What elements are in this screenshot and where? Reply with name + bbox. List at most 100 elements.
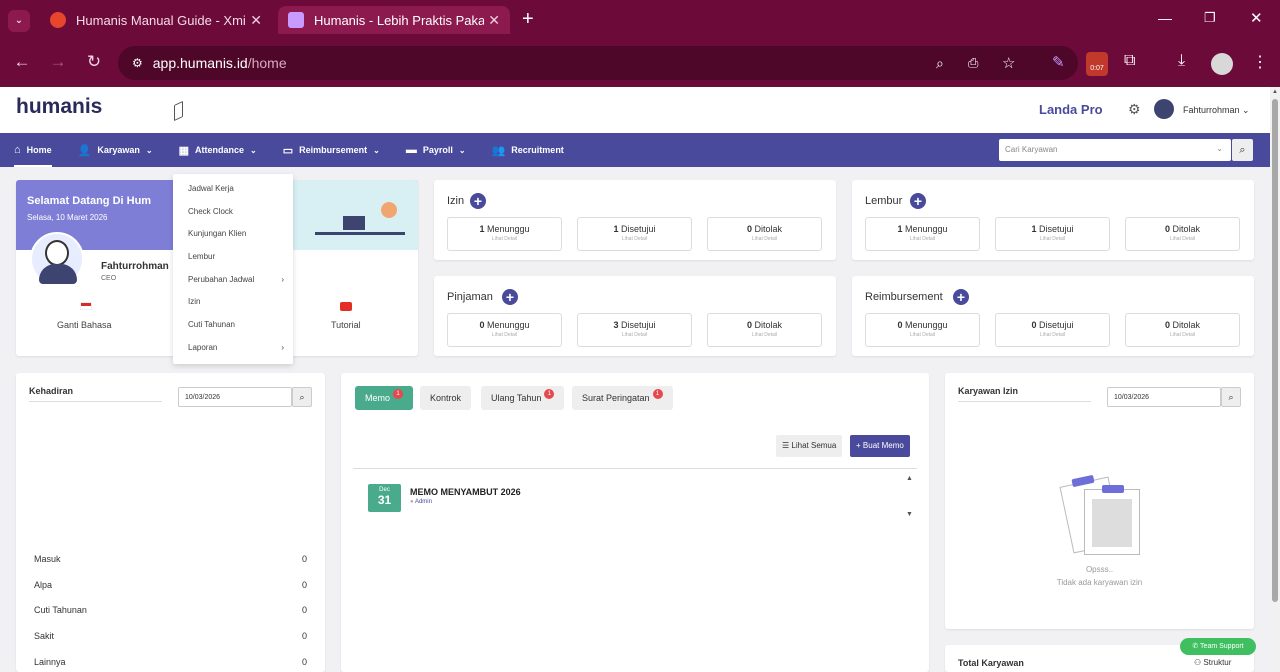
feather-extension-icon[interactable]: ✎: [1052, 53, 1065, 71]
page-scrollbar[interactable]: ▲: [1270, 87, 1280, 672]
home-icon: ⌂: [14, 144, 21, 156]
minimize-icon[interactable]: —: [1158, 10, 1172, 26]
humanis-logo[interactable]: humanis: [16, 95, 102, 119]
stat-number: 1: [897, 224, 903, 234]
stat-number: 1: [1031, 224, 1037, 234]
company-name[interactable]: Landa Pro: [1039, 102, 1103, 117]
struktur-link[interactable]: ⚇ Struktur: [1194, 658, 1231, 667]
tutorial-link[interactable]: Tutorial: [331, 320, 361, 330]
karyawan-izin-date-input[interactable]: 10/03/2026: [1107, 387, 1221, 407]
dropdown-item-kunjungan-klien[interactable]: Kunjungan Klien: [188, 229, 246, 238]
add-izin-button[interactable]: +: [470, 193, 486, 209]
profile-avatar[interactable]: [1211, 53, 1233, 75]
kehadiran-search-button[interactable]: ⌕: [292, 387, 312, 407]
scrollbar-thumb[interactable]: [1272, 99, 1278, 602]
struktur-label: Struktur: [1203, 658, 1232, 667]
tab-surat-peringatan[interactable]: Surat Peringatan 1: [572, 386, 673, 410]
scroll-up-arrow-icon[interactable]: ▲: [1272, 89, 1278, 95]
karyawan-izin-search-button[interactable]: ⌕: [1221, 387, 1241, 407]
reload-icon[interactable]: ↻: [83, 52, 105, 72]
dropdown-item-lembur[interactable]: Lembur: [188, 252, 215, 261]
dropdown-item-jadwal-kerja[interactable]: Jadwal Kerja: [188, 184, 234, 193]
menu-recruitment[interactable]: 👥 Recruitment: [492, 133, 564, 167]
tab-search-button[interactable]: ⌄: [8, 10, 30, 32]
browser-tab-active[interactable]: Humanis - Lebih Praktis Pakai H ✕: [278, 6, 510, 34]
kehadiran-value: 0: [302, 657, 308, 667]
tab-title: Humanis - Lebih Praktis Pakai H: [314, 12, 484, 28]
menu-karyawan[interactable]: 👤 Karyawan ⌄: [78, 133, 153, 167]
see-all-button[interactable]: ☰ Lihat Semua: [776, 435, 843, 457]
search-icon: ⌕: [1228, 392, 1234, 402]
youtube-icon[interactable]: [340, 302, 352, 311]
close-tab-icon[interactable]: ✕: [250, 12, 262, 29]
add-lembur-button[interactable]: +: [910, 193, 926, 209]
reimbursement-ditolak-stat[interactable]: 0 Ditolak Lihat Detail: [1125, 313, 1240, 347]
tab-memo[interactable]: Memo 1: [355, 386, 414, 410]
create-memo-button[interactable]: + Buat Memo: [850, 435, 910, 457]
menu-label: Reimbursement: [299, 145, 368, 155]
memo-card: [341, 373, 929, 672]
bookmark-star-icon[interactable]: ☆: [1002, 54, 1015, 72]
dropdown-item-check-clock[interactable]: Check Clock: [188, 207, 233, 216]
dropdown-item-perubahan-jadwal[interactable]: Perubahan Jadwal: [188, 275, 254, 284]
pinjaman-menunggu-stat[interactable]: 0 Menunggu Lihat Detail: [447, 313, 562, 347]
stat-number: 3: [613, 320, 619, 330]
dropdown-item-izin[interactable]: Izin: [188, 297, 200, 306]
extensions-icon[interactable]: ⧉: [1124, 52, 1135, 70]
reimbursement-menunggu-stat[interactable]: 0 Menunggu Lihat Detail: [865, 313, 980, 347]
pinjaman-disetujui-stat[interactable]: 3 Disetujui Lihat Detail: [577, 313, 692, 347]
profile-name: Fahturrohman: [101, 261, 169, 272]
izin-menunggu-stat[interactable]: 1 Menunggu Lihat Detail: [447, 217, 562, 251]
menu-reimbursement[interactable]: ▭ Reimbursement ⌄: [283, 133, 380, 167]
add-pinjaman-button[interactable]: +: [502, 289, 518, 305]
dropdown-item-laporan[interactable]: Laporan: [188, 343, 217, 352]
menu-home[interactable]: ⌂ Home: [14, 133, 52, 167]
cursor-icon: [174, 100, 183, 122]
search-button[interactable]: ⌕: [1232, 139, 1253, 161]
dropdown-item-cuti-tahunan[interactable]: Cuti Tahunan: [188, 320, 235, 329]
lembur-ditolak-stat[interactable]: 0 Ditolak Lihat Detail: [1125, 217, 1240, 251]
install-icon[interactable]: ⎙: [968, 55, 978, 71]
izin-disetujui-stat[interactable]: 1 Disetujui Lihat Detail: [577, 217, 692, 251]
detail-link: Lihat Detail: [909, 332, 935, 338]
restore-icon[interactable]: ❐: [1204, 10, 1216, 26]
flag-icon[interactable]: [80, 302, 92, 310]
settings-gear-icon[interactable]: ⚙: [1128, 101, 1141, 118]
browser-menu-icon[interactable]: ⋮: [1252, 52, 1268, 72]
new-tab-button[interactable]: +: [522, 8, 534, 31]
back-icon[interactable]: ←: [11, 52, 33, 72]
download-icon[interactable]: ⤓: [1178, 52, 1185, 70]
address-bar[interactable]: ⚙ app.humanis.id/home ⌕ ⎙ ☆: [118, 46, 1078, 80]
zoom-icon[interactable]: ⌕: [936, 55, 944, 72]
reimbursement-disetujui-stat[interactable]: 0 Disetujui Lihat Detail: [995, 313, 1110, 347]
date-value: 10/03/2026: [185, 394, 221, 401]
kehadiran-date-input[interactable]: 10/03/2026: [178, 387, 292, 407]
timer-extension-icon[interactable]: 0:07: [1086, 52, 1108, 76]
lembur-menunggu-stat[interactable]: 1 Menunggu Lihat Detail: [865, 217, 980, 251]
user-name[interactable]: Fahturrohman ⌄: [1183, 105, 1250, 116]
izin-ditolak-stat[interactable]: 0 Ditolak Lihat Detail: [707, 217, 822, 251]
stat-number: 0: [746, 224, 752, 234]
detail-link: Lihat Detail: [1039, 236, 1065, 242]
browser-tab[interactable]: Humanis Manual Guide - Xmind ✕: [40, 6, 272, 34]
kehadiran-value: 0: [302, 580, 308, 590]
close-tab-icon[interactable]: ✕: [488, 12, 500, 29]
forward-icon[interactable]: →: [47, 52, 69, 72]
pinjaman-ditolak-stat[interactable]: 0 Ditolak Lihat Detail: [707, 313, 822, 347]
add-reimbursement-button[interactable]: +: [953, 289, 969, 305]
scroll-down-icon[interactable]: ▼: [906, 511, 913, 518]
stat-label: Disetujui: [1039, 320, 1074, 330]
tab-ulang-tahun[interactable]: Ulang Tahun 1: [481, 386, 565, 410]
close-window-icon[interactable]: ✕: [1250, 9, 1263, 27]
menu-payroll[interactable]: ▬ Payroll ⌄: [406, 133, 466, 167]
memo-list-item[interactable]: Dec 31 MEMO MENYAMBUT 2026 ● Admin: [368, 484, 888, 514]
employee-search-select[interactable]: Cari Karyawan ⌄: [999, 139, 1231, 161]
change-language-link[interactable]: Ganti Bahasa: [57, 320, 112, 330]
tab-kontrok[interactable]: Kontrok: [420, 386, 472, 410]
site-info-icon[interactable]: ⚙: [132, 56, 143, 70]
lembur-disetujui-stat[interactable]: 1 Disetujui Lihat Detail: [995, 217, 1110, 251]
scroll-up-icon[interactable]: ▲: [906, 475, 913, 482]
user-avatar[interactable]: [1154, 99, 1174, 119]
menu-attendance[interactable]: ▦ Attendance ⌄: [179, 133, 257, 167]
team-support-button[interactable]: ✆ Team Support: [1180, 638, 1256, 655]
